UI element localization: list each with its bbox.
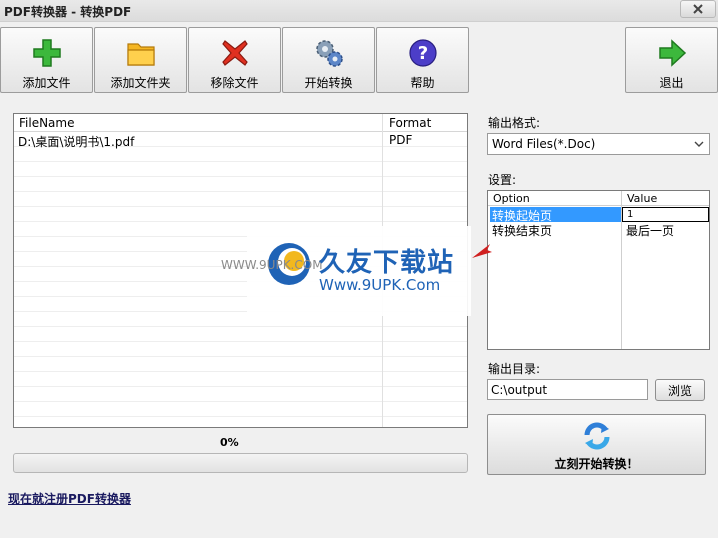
settings-grid[interactable]: Option Value 转换起始页 1 转换结束页 最后一页: [487, 190, 710, 350]
arrow-right-icon: [655, 36, 689, 70]
start-now-label: 立刻开始转换！: [554, 457, 639, 471]
settings-label: 设置:: [488, 173, 517, 187]
settings-grid-header: Option Value: [488, 191, 709, 206]
file-name-cell: D:\桌面\说明书\1.pdf: [18, 135, 135, 149]
setting-value[interactable]: 最后一页: [622, 222, 709, 238]
exit-button[interactable]: 退出: [625, 27, 718, 93]
setting-row-start-page[interactable]: 转换起始页 1: [488, 207, 709, 223]
svg-text:?: ?: [417, 43, 427, 64]
close-icon: [693, 4, 703, 14]
window-title: PDF转换器 - 转换PDF: [4, 5, 132, 19]
pointer-arrow-icon: [472, 244, 492, 258]
add-file-button[interactable]: 添加文件: [0, 27, 93, 93]
register-link[interactable]: 现在就注册PDF转换器: [8, 490, 131, 507]
output-format-value: Word Files(*.Doc): [492, 137, 596, 151]
start-convert-button[interactable]: 开始转换: [282, 27, 375, 93]
gears-icon: [312, 36, 346, 70]
add-folder-label: 添加文件夹: [110, 76, 171, 90]
close-button[interactable]: [680, 0, 716, 18]
help-label: 帮助: [410, 76, 435, 90]
add-folder-button[interactable]: 添加文件夹: [94, 27, 187, 93]
add-file-label: 添加文件: [22, 76, 71, 90]
output-dir-label: 输出目录:: [488, 362, 541, 376]
help-question-icon: ?: [406, 36, 440, 70]
remove-x-icon: [218, 36, 252, 70]
remove-file-label: 移除文件: [210, 76, 259, 90]
file-format-cell: PDF: [389, 133, 413, 147]
setting-option: 转换起始页: [490, 207, 621, 223]
start-now-button[interactable]: 立刻开始转换！: [487, 414, 706, 475]
refresh-convert-icon: [580, 421, 614, 451]
help-button[interactable]: ? 帮助: [376, 27, 469, 93]
watermark-brand: 久友下载站: [319, 248, 455, 278]
start-convert-label: 开始转换: [304, 76, 353, 90]
setting-value-input[interactable]: 1: [622, 207, 709, 222]
table-row[interactable]: D:\桌面\说明书\1.pdf PDF: [14, 133, 467, 149]
chevron-down-icon: [693, 137, 705, 151]
add-plus-icon: [30, 36, 64, 70]
output-dir-input[interactable]: [487, 379, 648, 400]
progress-bar: [13, 453, 468, 473]
watermark-overlay: WWW.9UPK.COM 久友下载站 Www.9UPK.Com: [221, 226, 471, 316]
output-format-select[interactable]: Word Files(*.Doc): [487, 133, 710, 155]
file-list-header: FileName Format: [14, 114, 467, 132]
setting-row-end-page[interactable]: 转换结束页 最后一页: [488, 222, 709, 238]
progress-text: 0%: [220, 436, 239, 449]
exit-label: 退出: [659, 76, 684, 90]
watermark-small-url: WWW.9UPK.COM: [221, 258, 323, 272]
title-bar: PDF转换器 - 转换PDF: [0, 0, 718, 22]
column-filename[interactable]: FileName: [19, 116, 74, 130]
column-option: Option: [493, 192, 530, 205]
setting-option: 转换结束页: [492, 224, 553, 238]
browse-button[interactable]: 浏览: [655, 379, 705, 401]
column-format[interactable]: Format: [389, 116, 431, 130]
remove-file-button[interactable]: 移除文件: [188, 27, 281, 93]
watermark-url: Www.9UPK.Com: [319, 276, 441, 294]
column-value: Value: [627, 192, 658, 205]
output-format-label: 输出格式:: [488, 116, 541, 130]
folder-icon: [124, 36, 158, 70]
